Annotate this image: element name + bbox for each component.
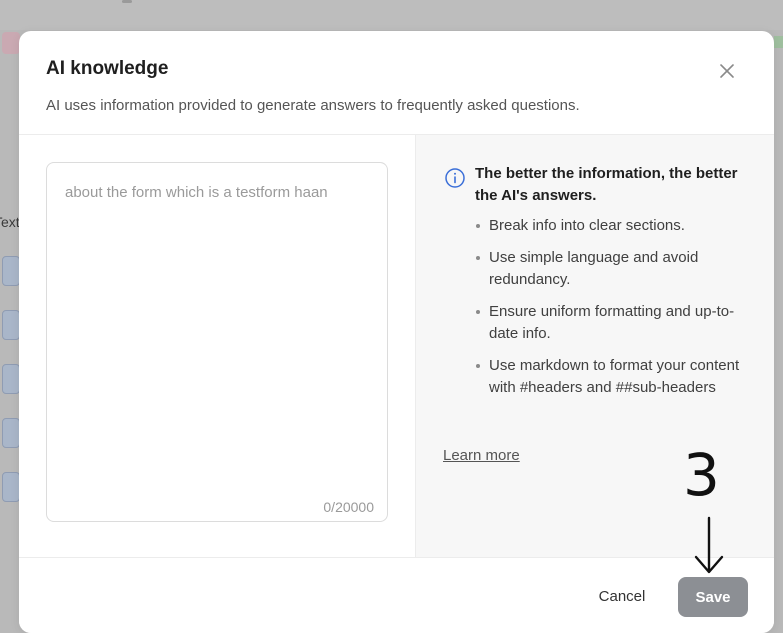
background-edge	[774, 36, 783, 48]
step-number-annotation: 3	[683, 441, 720, 509]
background-help-icon	[2, 472, 20, 502]
background-box-icon	[2, 364, 20, 394]
dialog-header: AI knowledge AI uses information provide…	[19, 31, 774, 135]
background-document-icon	[2, 256, 20, 286]
tips-pane: The better the information, the better t…	[415, 135, 774, 557]
info-icon	[445, 168, 465, 188]
dialog-body: about the form which is a testform haan …	[19, 135, 774, 557]
tips-list: Break info into clear sections. Use simp…	[475, 215, 743, 409]
save-button[interactable]: Save	[678, 577, 748, 617]
background-equals-icon	[2, 310, 20, 340]
close-icon	[720, 64, 734, 78]
ai-knowledge-dialog: AI knowledge AI uses information provide…	[19, 31, 774, 633]
knowledge-text: about the form which is a testform haan	[65, 184, 328, 201]
page: Text AI knowledge AI uses information pr…	[0, 0, 783, 633]
arrow-down-icon	[694, 516, 724, 574]
tips-heading: The better the information, the better t…	[475, 165, 738, 204]
background-side-label: Text	[0, 214, 20, 230]
background-mark	[122, 0, 132, 3]
dialog-subtitle: AI uses information provided to generate…	[46, 97, 580, 114]
dialog-footer: Cancel Save	[19, 557, 774, 633]
tip-item: Use markdown to format your content with…	[475, 355, 743, 400]
learn-more-link[interactable]: Learn more	[443, 447, 520, 464]
dialog-title: AI knowledge	[46, 58, 169, 79]
tip-item: Use simple language and avoid redundancy…	[475, 247, 743, 292]
knowledge-textarea[interactable]: about the form which is a testform haan …	[46, 162, 388, 522]
background-sparkle-icon	[2, 418, 20, 448]
close-button[interactable]	[715, 59, 739, 83]
tip-item: Break info into clear sections.	[475, 215, 743, 238]
character-count: 0/20000	[323, 499, 374, 515]
background-topbar	[0, 0, 783, 30]
cancel-button[interactable]: Cancel	[585, 578, 659, 614]
background-globe-icon	[2, 32, 20, 54]
tip-item: Ensure uniform formatting and up-to-date…	[475, 301, 743, 346]
knowledge-pane: about the form which is a testform haan …	[19, 135, 415, 557]
